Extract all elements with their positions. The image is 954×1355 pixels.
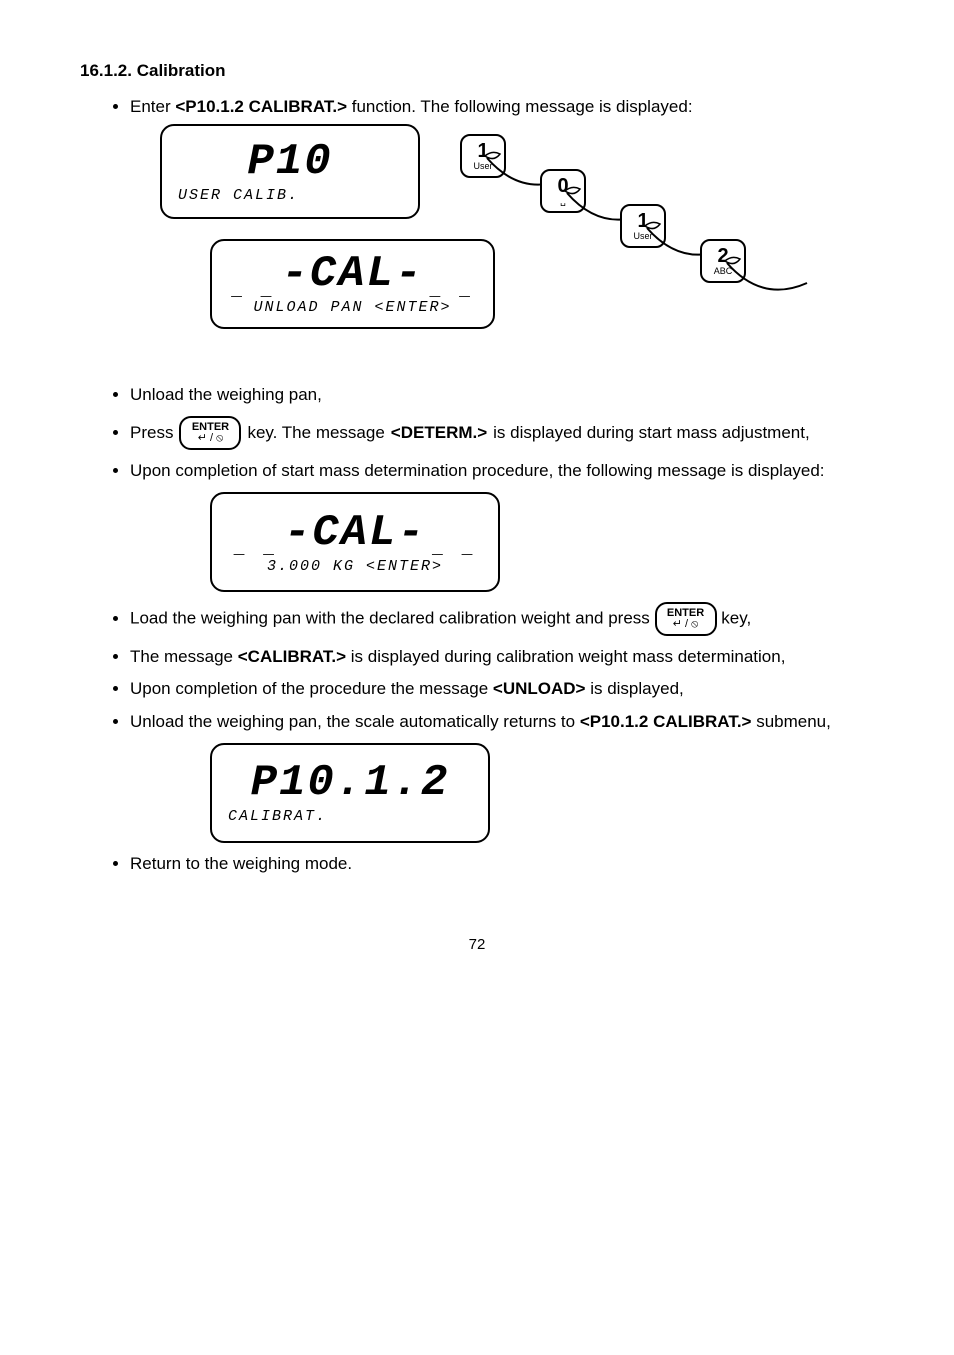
step2-text: Unload the weighing pan, (130, 385, 322, 404)
step5-a: Load the weighing pan with the declared … (130, 609, 655, 628)
lcd-cal-unload: _ _ -CAL- _ _ UNLOAD PAN <ENTER> (210, 239, 495, 329)
step5-b: key, (721, 609, 751, 628)
lcd-p1012-sub: CALIBRAT. (228, 807, 327, 827)
key-2-bot: ABC (714, 267, 733, 276)
step-7: Upon completion of the procedure the mes… (130, 678, 874, 700)
step7-b: <UNLOAD> (493, 679, 586, 698)
lcd-dashes-left: _ _ (231, 286, 275, 297)
step-6: The message <CALIBRAT.> is displayed dur… (130, 646, 874, 668)
step-4: Upon completion of start mass determinat… (130, 460, 874, 592)
step1-text-b: <P10.1.2 CALIBRAT.> (175, 97, 347, 116)
step4-text: Upon completion of start mass determinat… (130, 461, 825, 480)
key-1-bot: User (473, 162, 492, 171)
step6-c: is displayed during calibration weight m… (346, 647, 785, 666)
step8-a: Unload the weighing pan, the scale autom… (130, 712, 580, 731)
lcd-p10: P10 USER CALIB. (160, 124, 420, 219)
step-8: Unload the weighing pan, the scale autom… (130, 711, 874, 843)
step3-c: <DETERM.> (391, 422, 487, 444)
step7-c: is displayed, (585, 679, 683, 698)
figure-step8: P10.1.2 CALIBRAT. (210, 743, 874, 843)
figure-step1: P10 USER CALIB. _ _ -CAL- _ _ UNLOAD PAN… (130, 124, 874, 374)
lcd-cal-unload-sub: UNLOAD PAN <ENTER> (253, 298, 451, 318)
lcd-cal-big: -CAL- (281, 252, 423, 296)
lcd-p10-sub: USER CALIB. (178, 186, 299, 206)
step1-text-a: Enter (130, 97, 175, 116)
lcd2-dashes-left: _ _ (234, 544, 278, 555)
step3-d: is displayed during start mass adjustmen… (493, 422, 810, 444)
step-9: Return to the weighing mode. (130, 853, 874, 875)
lcd-cal-weight: _ _ -CAL- _ _ 3.000 KG <ENTER> (210, 492, 500, 592)
lcd2-cal-big: -CAL- (284, 511, 426, 555)
key-0-top: 0 (557, 176, 568, 196)
key-0[interactable]: 0 ␣ (540, 169, 586, 213)
enter-key[interactable]: ENTER ↵ / ⦸ (179, 416, 241, 450)
key-2-top: 2 (717, 246, 728, 266)
lcd-p1012-big: P10.1.2 (251, 761, 450, 805)
step8-c: submenu, (751, 712, 830, 731)
key-1[interactable]: 1 User (460, 134, 506, 178)
enter-key2-bot: ↵ / ⦸ (673, 619, 699, 630)
step-3: Press ENTER ↵ / ⦸ key. The message <DETE… (130, 416, 874, 450)
key-2[interactable]: 2 ABC (700, 239, 746, 283)
step8-b: <P10.1.2 CALIBRAT.> (580, 712, 752, 731)
key-1b[interactable]: 1 User (620, 204, 666, 248)
enter-key-bot: ↵ / ⦸ (198, 433, 224, 444)
key-1b-bot: User (633, 232, 652, 241)
page-number: 72 (80, 935, 874, 955)
lcd-p10-big: P10 (247, 140, 332, 184)
section-title: 16.1.2. Calibration (80, 60, 874, 82)
lcd-p1012: P10.1.2 CALIBRAT. (210, 743, 490, 843)
key-1b-top: 1 (637, 211, 648, 231)
step3-b: key. The message (247, 422, 384, 444)
key-0-bot: ␣ (560, 197, 566, 206)
step3-a: Press (130, 422, 173, 444)
key-1-top: 1 (477, 141, 488, 161)
lcd-dashes-right: _ _ (430, 286, 474, 297)
step1-text-c: function. The following message is displ… (347, 97, 693, 116)
step-2: Unload the weighing pan, (130, 384, 874, 406)
lcd2-sub: 3.000 KG <ENTER> (267, 557, 443, 577)
figure-step4: _ _ -CAL- _ _ 3.000 KG <ENTER> (210, 492, 874, 592)
lcd2-dashes-right: _ _ (432, 544, 476, 555)
step6-a: The message (130, 647, 238, 666)
step6-b: <CALIBRAT.> (238, 647, 346, 666)
step7-a: Upon completion of the procedure the mes… (130, 679, 493, 698)
step-5: Load the weighing pan with the declared … (130, 602, 874, 636)
step9-text: Return to the weighing mode. (130, 854, 352, 873)
step-1: Enter <P10.1.2 CALIBRAT.> function. The … (130, 96, 874, 374)
enter-key-2[interactable]: ENTER ↵ / ⦸ (655, 602, 717, 636)
